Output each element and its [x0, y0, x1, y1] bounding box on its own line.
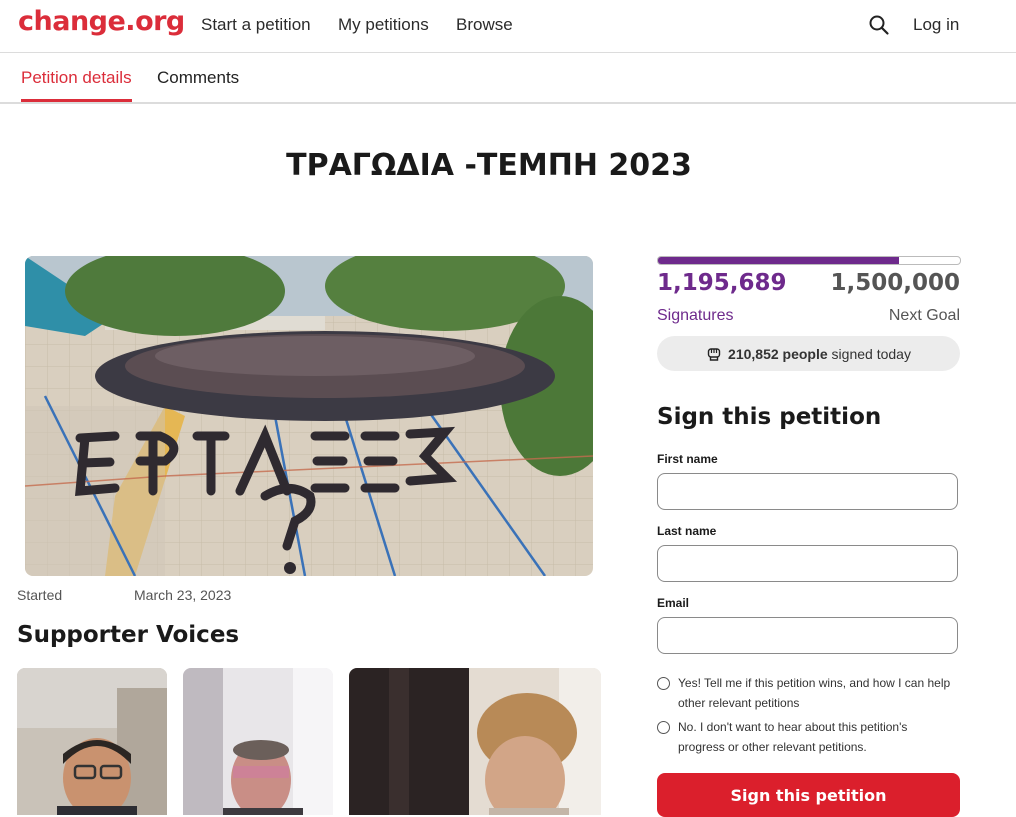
opt-in-yes-text: Yes! Tell me if this petition wins, and … — [678, 676, 951, 710]
signature-progress-fill — [658, 257, 899, 264]
last-name-label: Last name — [657, 524, 717, 538]
last-name-field[interactable] — [657, 545, 958, 582]
search-icon[interactable] — [868, 14, 890, 36]
petition-image — [25, 256, 593, 576]
signed-today-badge: 210,852 people signed today — [657, 336, 960, 371]
change-org-logo[interactable]: change.org — [18, 6, 185, 37]
opt-in-no-radio[interactable] — [657, 721, 670, 734]
email-field[interactable] — [657, 617, 958, 654]
nav-browse[interactable]: Browse — [456, 15, 513, 35]
supporter-video-1[interactable] — [17, 668, 167, 815]
opt-in-no-option[interactable]: No. I don't want to hear about this peti… — [657, 717, 957, 757]
supporter-voices-title: Supporter Voices — [17, 622, 240, 648]
nav-start-petition[interactable]: Start a petition — [201, 15, 311, 35]
signed-today-text: signed today — [831, 345, 911, 362]
photo-of-students-spelling-text — [25, 256, 593, 576]
signed-today-count: 210,852 people — [728, 345, 828, 362]
email-label: Email — [657, 596, 690, 610]
sign-petition-button[interactable]: Sign this petition — [657, 773, 960, 817]
petition-title: ΤΡΑΓΩΔΙΑ -ΤΕΜΠΗ 2023 — [286, 148, 692, 183]
goal-label: Next Goal — [888, 307, 960, 324]
signature-count: 1,195,689 — [657, 270, 787, 296]
nav-my-petitions[interactable]: My petitions — [338, 15, 429, 35]
supporter-video-2[interactable] — [183, 668, 333, 815]
opt-in-no-text: No. I don't want to hear about this peti… — [678, 720, 908, 754]
signature-progress-bar — [657, 256, 961, 265]
started-date: March 23, 2023 — [134, 587, 232, 603]
top-nav: change.org Start a petition My petitions… — [0, 0, 1016, 53]
opt-in-yes-option[interactable]: Yes! Tell me if this petition wins, and … — [657, 673, 957, 713]
supporter-video-3[interactable] — [349, 668, 601, 815]
started-label: Started — [17, 587, 63, 603]
petition-tabs: Petition details Comments — [0, 53, 1016, 104]
first-name-label: First name — [657, 452, 718, 466]
sign-form-title: Sign this petition — [657, 404, 882, 430]
tab-petition-details[interactable]: Petition details — [21, 68, 132, 88]
raised-fist-icon — [707, 347, 721, 361]
login-link[interactable]: Log in — [913, 15, 959, 35]
tab-comments[interactable]: Comments — [157, 68, 239, 88]
first-name-field[interactable] — [657, 473, 958, 510]
goal-count: 1,500,000 — [830, 270, 961, 296]
opt-in-yes-radio[interactable] — [657, 677, 670, 690]
signatures-label: Signatures — [657, 307, 734, 324]
active-tab-indicator — [21, 99, 132, 102]
